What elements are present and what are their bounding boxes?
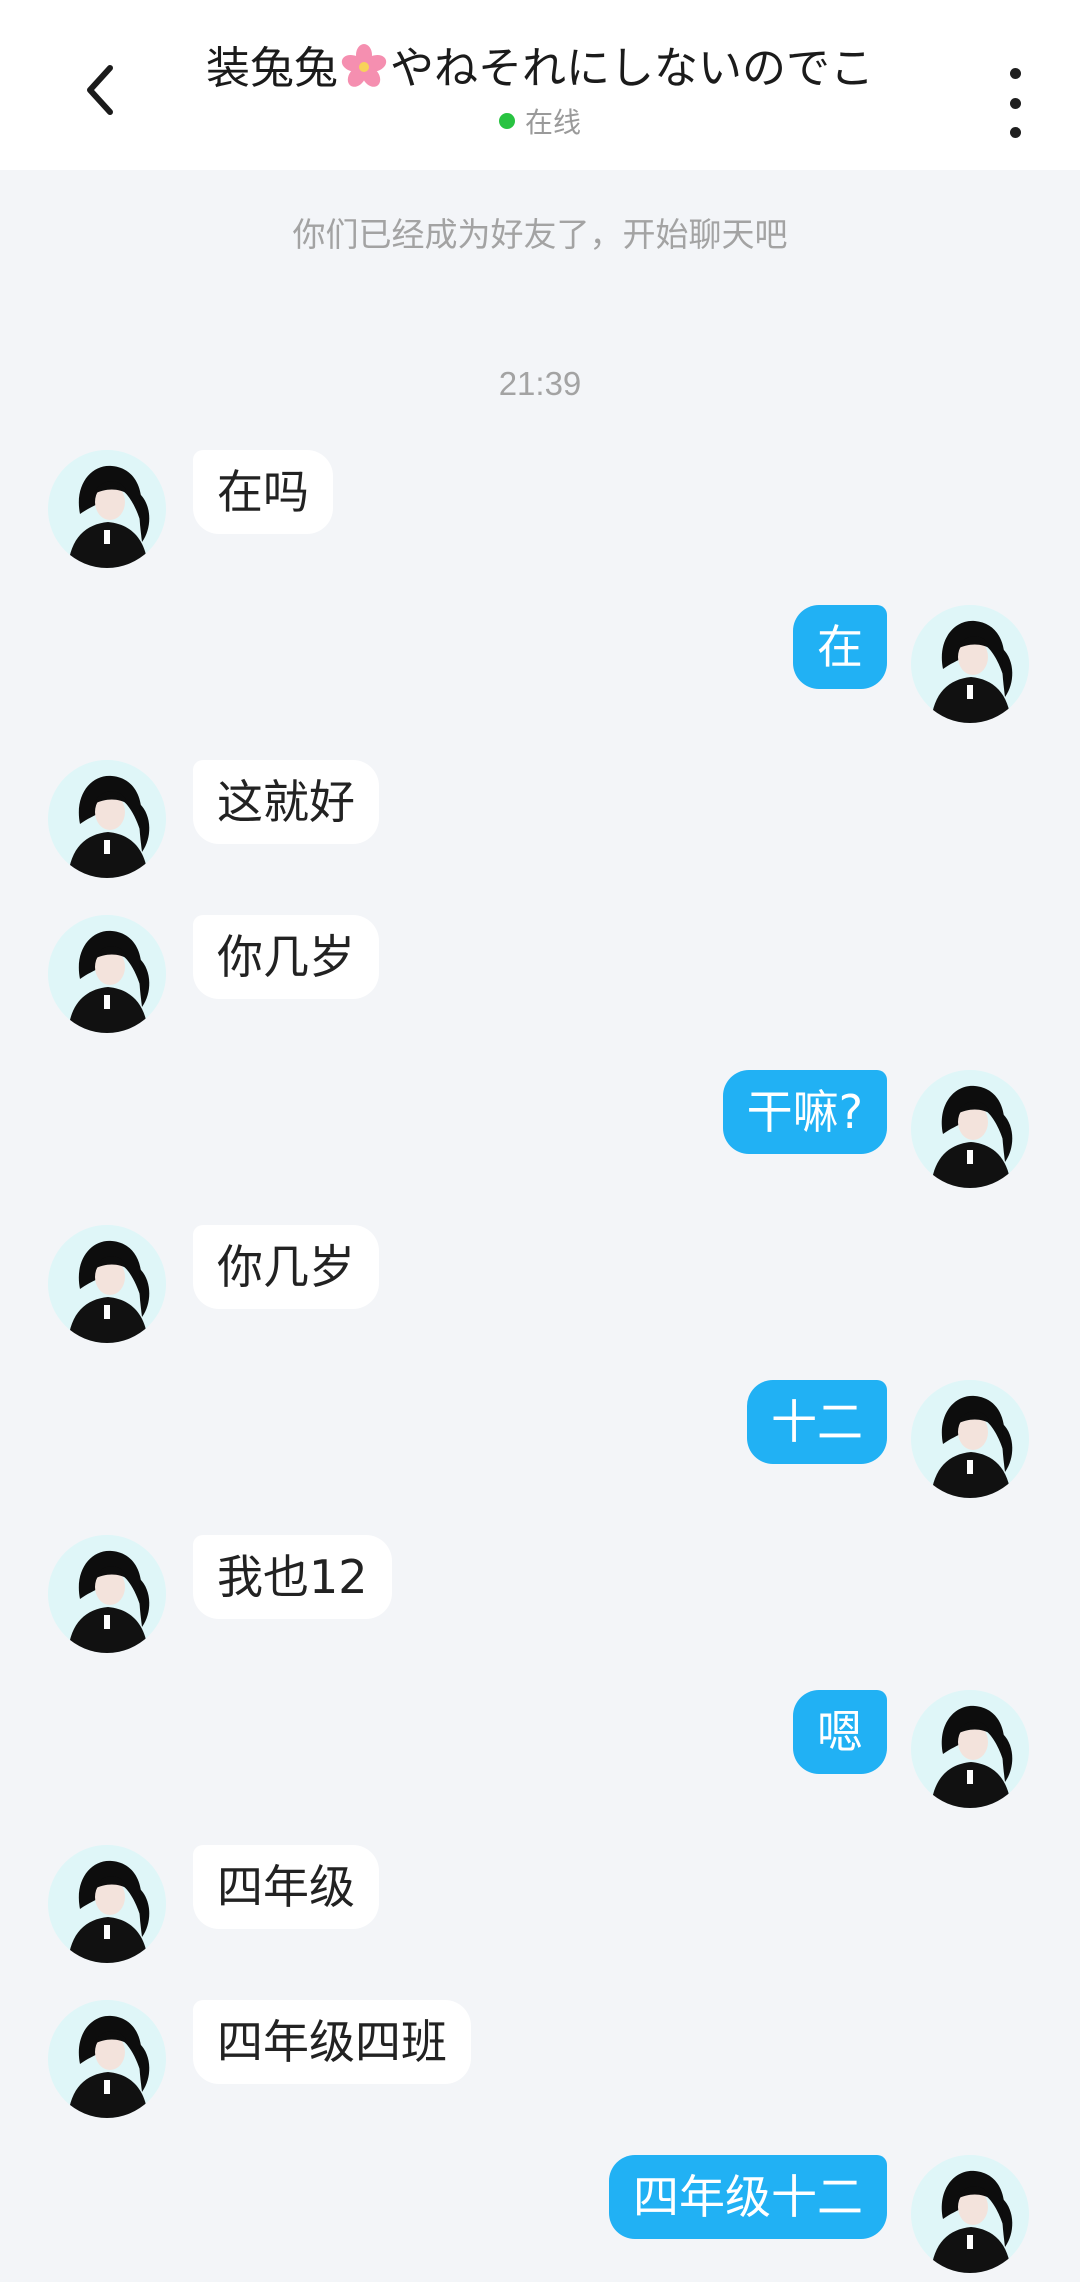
contact-name-part-2: やねそれにしないのでこ: [390, 43, 874, 94]
message-row-outgoing: 嗯: [0, 1690, 1080, 1814]
avatar-image: [48, 2000, 166, 2118]
avatar-image: [911, 1380, 1029, 1498]
back-button[interactable]: [60, 50, 140, 130]
online-dot-icon: [498, 113, 515, 130]
my-avatar[interactable]: [911, 1070, 1029, 1188]
message-row-incoming: 四年级: [0, 1845, 1080, 1969]
message-row-incoming: 四年级四班: [0, 2000, 1080, 2124]
message-bubble-incoming[interactable]: 你几岁: [193, 1225, 379, 1309]
message-bubble-incoming[interactable]: 四年级四班: [193, 2000, 471, 2084]
contact-avatar[interactable]: [48, 2000, 166, 2118]
cherry-blossom-icon: [341, 44, 387, 87]
message-bubble-incoming[interactable]: 这就好: [193, 760, 379, 844]
avatar-image: [911, 2155, 1029, 2273]
contact-avatar[interactable]: [48, 1225, 166, 1343]
avatar-image: [48, 1845, 166, 1963]
contact-avatar[interactable]: [48, 760, 166, 878]
chat-header: 装兔兔 やねそれにしないのでこ 在线: [0, 0, 1080, 170]
message-bubble-incoming[interactable]: 你几岁: [193, 915, 379, 999]
online-status-label: 在线: [524, 106, 581, 140]
vertical-dots-icon: [1009, 68, 1021, 79]
message-row-outgoing: 十二: [0, 1380, 1080, 1504]
avatar-image: [48, 915, 166, 1033]
more-options-button[interactable]: [990, 68, 1040, 138]
my-avatar[interactable]: [911, 605, 1029, 723]
message-row-incoming: 这就好: [0, 760, 1080, 884]
avatar-image: [48, 450, 166, 568]
message-row-outgoing: 干嘛?: [0, 1070, 1080, 1194]
message-bubble-incoming[interactable]: 四年级: [193, 1845, 379, 1929]
message-bubble-outgoing[interactable]: 四年级十二: [609, 2155, 887, 2239]
chevron-left-icon: [87, 65, 113, 115]
avatar-image: [48, 1535, 166, 1653]
my-avatar[interactable]: [911, 1380, 1029, 1498]
message-row-incoming: 在吗: [0, 450, 1080, 574]
contact-avatar[interactable]: [48, 1535, 166, 1653]
message-bubble-incoming[interactable]: 在吗: [193, 450, 333, 534]
chat-title-area[interactable]: 装兔兔 やねそれにしないのでこ 在线: [170, 40, 910, 141]
message-row-incoming: 你几岁: [0, 1225, 1080, 1349]
message-bubble-outgoing[interactable]: 干嘛?: [722, 1070, 887, 1154]
contact-avatar[interactable]: [48, 1845, 166, 1963]
message-bubble-incoming[interactable]: 我也12: [193, 1535, 392, 1619]
message-row-outgoing: 在: [0, 605, 1080, 729]
message-bubble-outgoing[interactable]: 在: [793, 605, 887, 689]
avatar-image: [48, 760, 166, 878]
message-row-outgoing: 四年级十二: [0, 2155, 1080, 2279]
avatar-image: [911, 605, 1029, 723]
message-timestamp: 21:39: [498, 365, 582, 402]
online-status: 在线: [170, 101, 910, 141]
my-avatar[interactable]: [911, 1690, 1029, 1808]
contact-name-part-1: 装兔兔: [206, 43, 338, 94]
avatar-image: [911, 1690, 1029, 1808]
message-row-incoming: 我也12: [0, 1535, 1080, 1659]
my-avatar[interactable]: [911, 2155, 1029, 2273]
message-bubble-outgoing[interactable]: 嗯: [793, 1690, 887, 1774]
contact-name: 装兔兔 やねそれにしないのでこ: [170, 40, 910, 97]
contact-avatar[interactable]: [48, 450, 166, 568]
avatar-image: [911, 1070, 1029, 1188]
avatar-image: [48, 1225, 166, 1343]
system-message: 你们已经成为好友了，开始聊天吧: [292, 215, 788, 254]
message-row-incoming: 你几岁: [0, 915, 1080, 1039]
message-bubble-outgoing[interactable]: 十二: [747, 1380, 887, 1464]
contact-avatar[interactable]: [48, 915, 166, 1033]
